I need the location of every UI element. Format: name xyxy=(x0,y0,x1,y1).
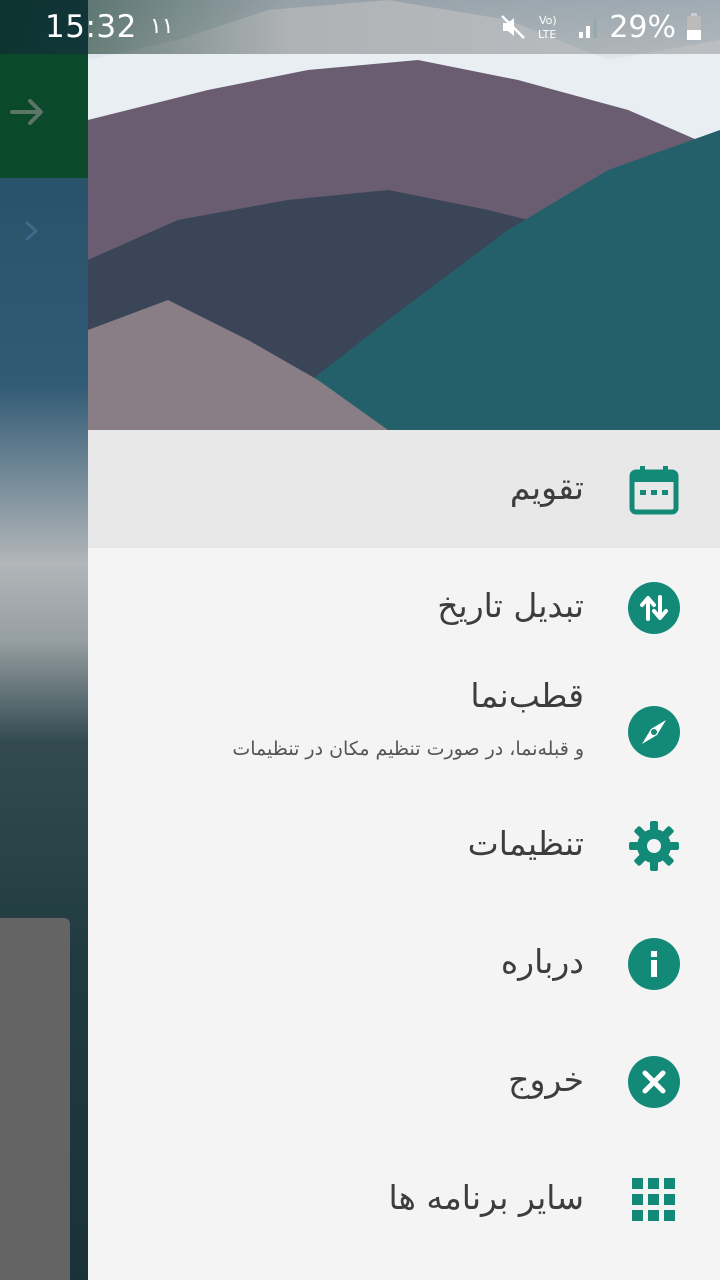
mute-icon xyxy=(499,13,527,41)
battery-icon xyxy=(686,13,702,41)
drawer-menu: تقویم تبدیل تاریخ قطب‌نما و قبله‌نما، در… xyxy=(88,430,720,1258)
gear-icon xyxy=(628,820,680,872)
menu-item-other-apps[interactable]: سایر برنامه ها xyxy=(88,1140,720,1258)
svg-text:Vo): Vo) xyxy=(539,14,557,27)
menu-item-sublabel: و قبله‌نما، در صورت تنظیم مکان در تنظیما… xyxy=(232,738,584,760)
close-circle-icon xyxy=(628,1056,680,1108)
info-icon xyxy=(628,938,680,990)
menu-item-label: تنظیمات xyxy=(467,824,584,863)
menu-item-about[interactable]: درباره xyxy=(88,904,720,1022)
battery-percent: 29% xyxy=(609,9,676,45)
apps-grid-icon xyxy=(628,1174,680,1226)
menu-item-settings[interactable]: تنظیمات xyxy=(88,786,720,904)
status-time: 15:32 xyxy=(45,9,137,45)
menu-item-label: تقویم xyxy=(509,468,584,507)
menu-item-label: تبدیل تاریخ xyxy=(437,586,584,625)
menu-item-calendar[interactable]: تقویم xyxy=(88,430,720,548)
drawer-header-image xyxy=(88,0,720,430)
menu-item-label: درباره xyxy=(500,942,584,981)
menu-item-label: سایر برنامه ها xyxy=(388,1178,584,1217)
calendar-icon xyxy=(628,464,680,516)
menu-item-exit[interactable]: خروج xyxy=(88,1022,720,1140)
menu-item-label: قطب‌نما xyxy=(470,676,584,715)
drawer-scrim[interactable] xyxy=(0,0,88,1280)
signal-icon xyxy=(577,14,599,40)
compass-icon xyxy=(628,706,680,758)
navigation-drawer: تقویم تبدیل تاریخ قطب‌نما و قبله‌نما، در… xyxy=(88,0,720,1280)
menu-item-compass[interactable]: قطب‌نما و قبله‌نما، در صورت تنظیم مکان د… xyxy=(88,666,720,786)
lte-icon: Vo) LTE xyxy=(537,12,567,42)
menu-item-date-conversion[interactable]: تبدیل تاریخ xyxy=(88,548,720,666)
svg-text:LTE: LTE xyxy=(538,28,556,41)
swap-vertical-icon xyxy=(628,582,680,634)
status-icons: Vo) LTE 29% xyxy=(499,9,702,45)
menu-item-label: خروج xyxy=(508,1060,584,1099)
status-bar: 15:32 ١١ Vo) LTE 29% xyxy=(0,0,720,54)
carrier-indicator: ١١ xyxy=(150,14,174,39)
